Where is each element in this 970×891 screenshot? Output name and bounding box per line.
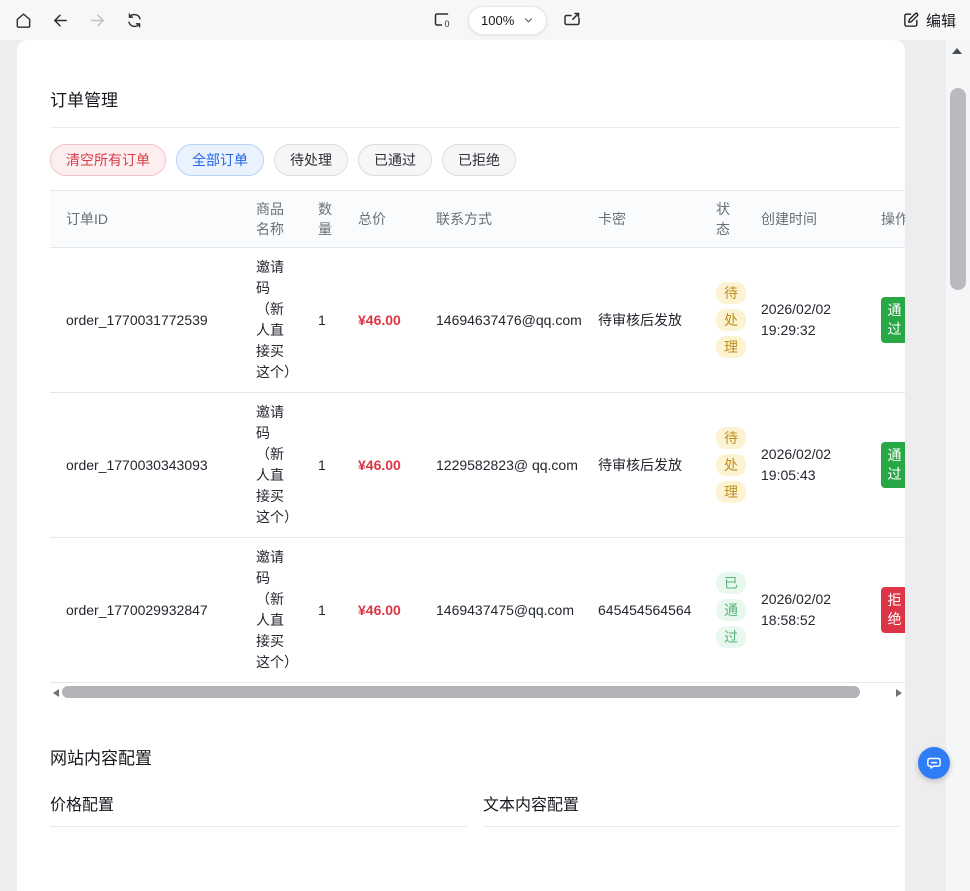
text-config-title: 文本内容配置: [483, 796, 900, 827]
total-cell: ¥46.00: [342, 248, 420, 393]
card-key-cell: 645454564564: [582, 538, 700, 683]
table-row: order_1770031772539 邀请码（新人直接买这个） 1 ¥46.0…: [50, 248, 905, 393]
edit-icon: [902, 11, 920, 29]
refresh-button[interactable]: [123, 9, 145, 31]
page-content: 订单管理 清空所有订单 全部订单 待处理 已通过 已拒绝 订单ID 商品名称 数…: [17, 40, 905, 891]
col-quantity: 数量: [302, 191, 342, 248]
table-header-row: 订单ID 商品名称 数量 总价 联系方式 卡密 状态 创建时间 操作: [50, 191, 905, 248]
col-actions: 操作: [865, 191, 905, 248]
order-id-cell: order_1770030343093: [50, 393, 240, 538]
zoom-select[interactable]: 100%: [468, 6, 547, 35]
col-order-id: 订单ID: [50, 191, 240, 248]
table-row: order_1770030343093 邀请码（新人直接买这个） 1 ¥46.0…: [50, 393, 905, 538]
col-status: 状态: [700, 191, 745, 248]
status-badge: 待处理: [716, 427, 746, 503]
actions-cell: 通过: [865, 393, 905, 538]
forward-button[interactable]: [86, 9, 108, 31]
home-icon: [14, 11, 33, 30]
actions-cell: 拒绝: [865, 538, 905, 683]
col-total: 总价: [342, 191, 420, 248]
card-key-cell: 待审核后发放: [582, 393, 700, 538]
reject-button[interactable]: 拒绝: [881, 587, 905, 633]
chevron-down-icon: [523, 15, 534, 26]
col-created-at: 创建时间: [745, 191, 865, 248]
browser-toolbar: 0 100%: [0, 0, 970, 40]
open-in-window-button[interactable]: [561, 9, 583, 31]
price-config-title: 价格配置: [50, 796, 467, 827]
created-at-cell: 2026/02/02 19:29:32: [745, 248, 865, 393]
total-cell: ¥46.00: [342, 393, 420, 538]
responsive-mode-icon: 0: [433, 10, 453, 30]
filter-rejected[interactable]: 已拒绝: [442, 144, 516, 176]
status-badge: 待处理: [716, 282, 746, 358]
created-at-cell: 2026/02/02 19:05:43: [745, 393, 865, 538]
svg-text:0: 0: [445, 19, 450, 29]
section-divider: [50, 127, 900, 128]
quantity-cell: 1: [302, 248, 342, 393]
order-filter-bar: 清空所有订单 全部订单 待处理 已通过 已拒绝: [50, 144, 905, 176]
order-id-cell: order_1770031772539: [50, 248, 240, 393]
status-cell: 已通过: [700, 538, 745, 683]
status-badge: 已通过: [716, 572, 746, 648]
product-cell: 邀请码（新人直接买这个）: [240, 538, 302, 683]
open-in-window-icon: [562, 10, 582, 30]
orders-table: 订单ID 商品名称 数量 总价 联系方式 卡密 状态 创建时间 操作 order…: [50, 191, 905, 683]
status-cell: 待处理: [700, 248, 745, 393]
filter-approved[interactable]: 已通过: [358, 144, 432, 176]
chat-bubble-icon: [925, 754, 943, 772]
approve-button[interactable]: 通过: [881, 442, 905, 488]
scroll-up-arrow-icon[interactable]: [952, 48, 962, 54]
price-value: ¥46.00: [358, 602, 401, 618]
filter-all-orders[interactable]: 全部订单: [176, 144, 264, 176]
chat-fab-button[interactable]: [918, 747, 950, 779]
quantity-cell: 1: [302, 538, 342, 683]
contact-cell: 14694637476@qq.com: [420, 248, 582, 393]
col-product: 商品名称: [240, 191, 302, 248]
orders-section-title: 订单管理: [50, 90, 905, 112]
price-value: ¥46.00: [358, 457, 401, 473]
status-cell: 待处理: [700, 393, 745, 538]
refresh-icon: [125, 11, 144, 30]
table-horizontal-scrollbar[interactable]: [50, 685, 905, 700]
back-icon: [51, 11, 70, 30]
price-value: ¥46.00: [358, 312, 401, 328]
approve-button[interactable]: 通过: [881, 297, 905, 343]
toolbar-view-group: 0 100%: [432, 0, 583, 40]
site-config-section-title: 网站内容配置: [50, 748, 905, 770]
edit-button[interactable]: 编辑: [902, 0, 956, 40]
text-config-section: 文本内容配置: [483, 796, 900, 827]
horizontal-scrollbar-thumb[interactable]: [62, 686, 860, 698]
zoom-value: 100%: [481, 13, 514, 28]
scroll-left-arrow-icon[interactable]: [53, 689, 59, 697]
contact-cell: 1469437475@qq.com: [420, 538, 582, 683]
col-contact: 联系方式: [420, 191, 582, 248]
col-card-key: 卡密: [582, 191, 700, 248]
table-row: order_1770029932847 邀请码（新人直接买这个） 1 ¥46.0…: [50, 538, 905, 683]
back-button[interactable]: [49, 9, 71, 31]
product-cell: 邀请码（新人直接买这个）: [240, 393, 302, 538]
created-at-cell: 2026/02/02 18:58:52: [745, 538, 865, 683]
responsive-mode-button[interactable]: 0: [432, 9, 454, 31]
total-cell: ¥46.00: [342, 538, 420, 683]
vertical-scrollbar-thumb[interactable]: [950, 88, 966, 290]
edit-label: 编辑: [926, 10, 956, 31]
scroll-right-arrow-icon[interactable]: [896, 689, 902, 697]
actions-cell: 通过: [865, 248, 905, 393]
contact-cell: 1229582823@ qq.com: [420, 393, 582, 538]
config-columns: 价格配置 文本内容配置: [50, 796, 900, 827]
forward-icon: [88, 11, 107, 30]
product-cell: 邀请码（新人直接买这个）: [240, 248, 302, 393]
orders-table-container: 订单ID 商品名称 数量 总价 联系方式 卡密 状态 创建时间 操作 order…: [50, 190, 905, 683]
filter-pending[interactable]: 待处理: [274, 144, 348, 176]
clear-all-orders-button[interactable]: 清空所有订单: [50, 144, 166, 176]
card-key-cell: 待审核后发放: [582, 248, 700, 393]
home-button[interactable]: [12, 9, 34, 31]
toolbar-nav-group: [12, 0, 145, 40]
order-id-cell: order_1770029932847: [50, 538, 240, 683]
price-config-section: 价格配置: [50, 796, 467, 827]
quantity-cell: 1: [302, 393, 342, 538]
